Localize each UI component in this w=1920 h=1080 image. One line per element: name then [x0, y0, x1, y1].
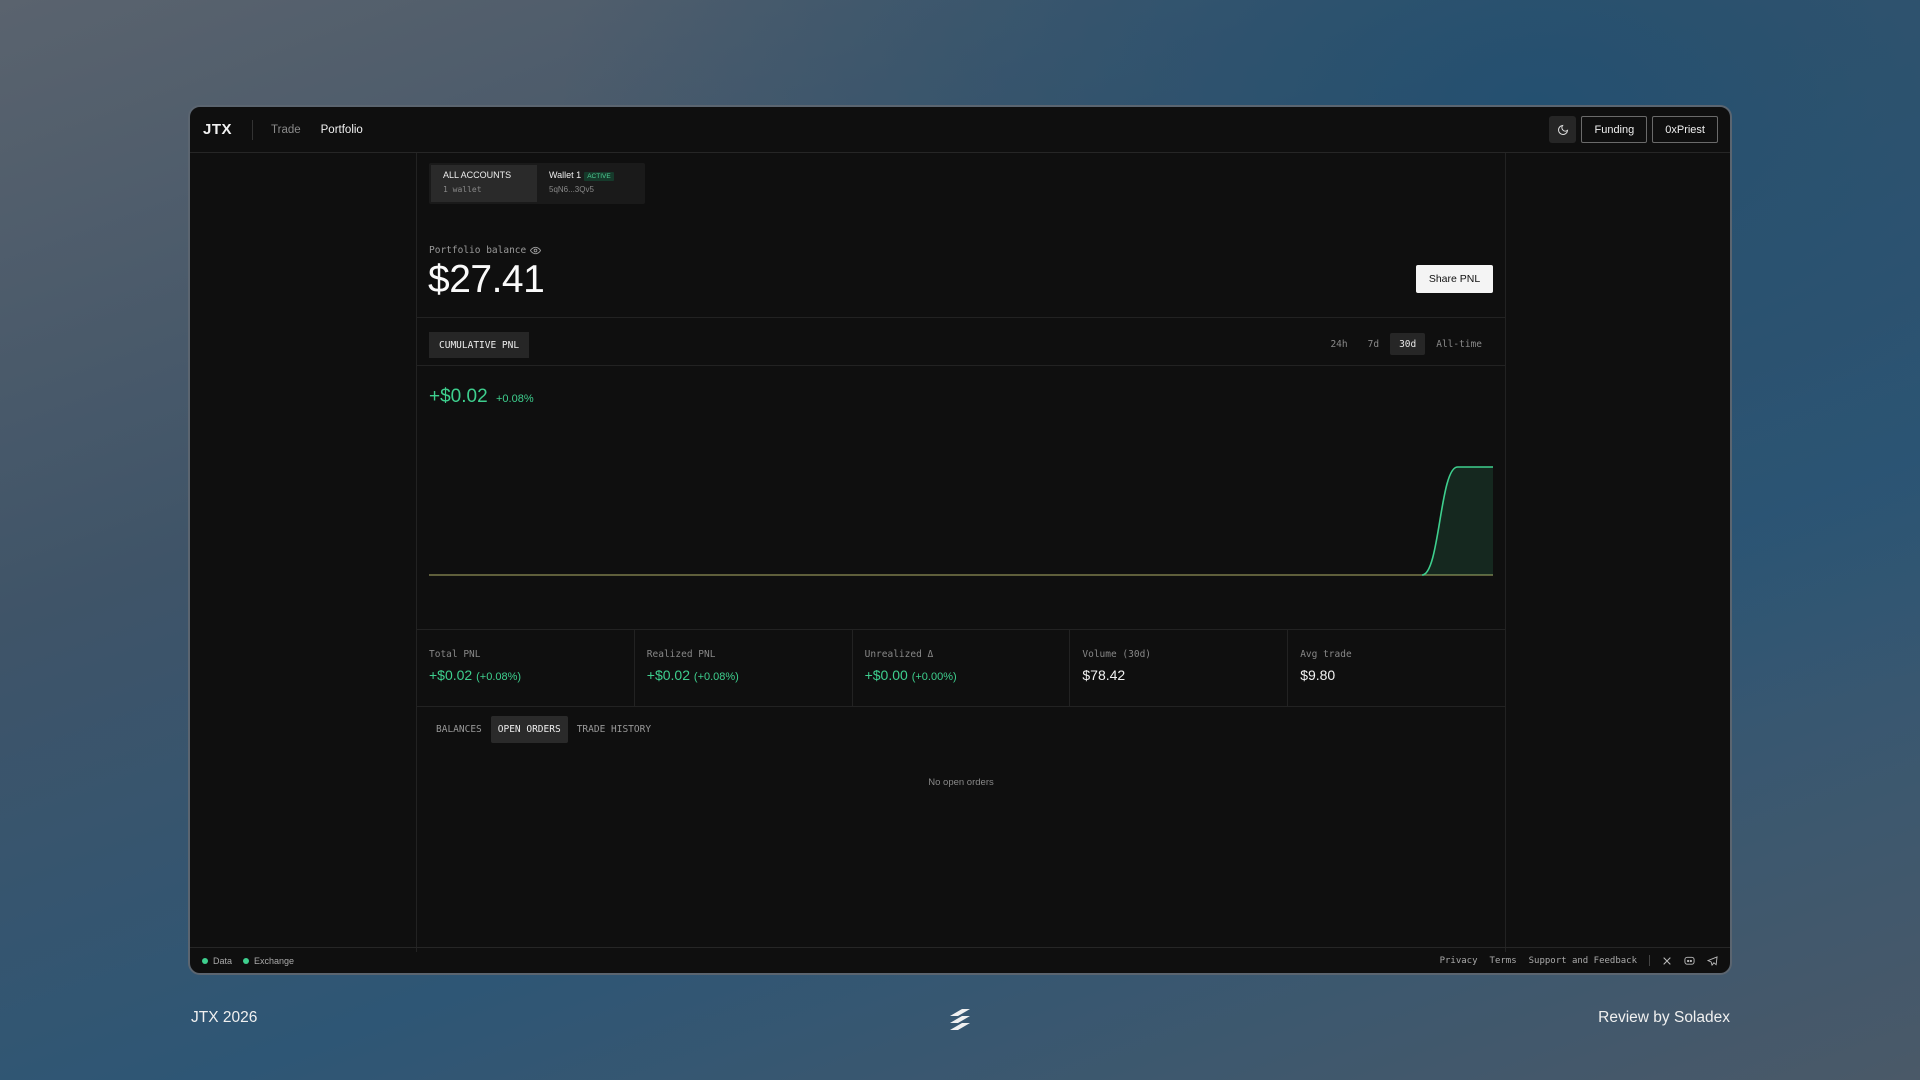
divider	[417, 706, 1505, 707]
discord-icon[interactable]	[1684, 956, 1695, 966]
stat-percent: (+0.00%)	[911, 671, 957, 683]
app-logo[interactable]: JTX	[203, 121, 232, 138]
page-footer-copyright: JTX 2026	[191, 1009, 258, 1026]
telegram-icon[interactable]	[1707, 955, 1718, 966]
nav-trade[interactable]: Trade	[271, 124, 301, 136]
stat-label: Volume (30d)	[1082, 649, 1152, 660]
wallet-address: 5qN6...3Qv5	[549, 185, 594, 194]
footer-divider	[1649, 955, 1650, 966]
stat-value: +$0.00 (+0.00%)	[865, 667, 1058, 683]
footer-link-terms[interactable]: Terms	[1490, 956, 1517, 966]
account-title: ALL ACCOUNTS	[443, 170, 512, 180]
footer-link-support[interactable]: Support and Feedback	[1529, 956, 1637, 966]
stat-percent: (+0.08%)	[476, 671, 522, 683]
stat-realized-pnl: Realized PNL +$0.02 (+0.08%)	[635, 629, 853, 706]
active-badge: ACTIVE	[584, 172, 614, 181]
stat-label: Unrealized Δ	[864, 649, 934, 660]
divider	[417, 365, 1505, 366]
stat-volume: Volume (30d) $78.42	[1070, 629, 1289, 706]
theme-toggle-button[interactable]	[1549, 116, 1577, 143]
x-icon[interactable]	[1662, 956, 1672, 966]
range-all-time[interactable]: All-time	[1427, 333, 1491, 355]
portfolio-balance-value: $27.41	[428, 258, 545, 301]
cumulative-pnl-tab[interactable]: CUMULATIVE PNL	[429, 332, 530, 358]
status-data: Data	[202, 956, 232, 966]
range-30d[interactable]: 30d	[1390, 333, 1426, 355]
stat-amount: +$0.00	[864, 667, 908, 683]
nav-divider	[252, 119, 254, 140]
status-footer: Data Exchange Privacy Terms Support and …	[190, 947, 1730, 973]
stats-row: Total PNL +$0.02 (+0.08%) Realized PNL +…	[417, 629, 1505, 706]
portfolio-balance-label: Portfolio balance	[429, 245, 542, 256]
divider	[417, 317, 1505, 318]
stat-unrealized: Unrealized Δ +$0.00 (+0.00%)	[853, 629, 1071, 706]
share-pnl-button[interactable]: Share PNL	[1416, 265, 1493, 293]
top-bar: JTX Trade Portfolio Funding 0xPriest	[190, 107, 1730, 153]
account-sub: 1 wallet	[443, 185, 482, 194]
status-exchange: Exchange	[243, 956, 294, 966]
account-tab-wallet[interactable]: Wallet 1 ACTIVE 5qN6...3Qv5	[537, 165, 643, 202]
tab-balances[interactable]: BALANCES	[429, 716, 489, 743]
page-footer-credit: Review by Soladex	[1598, 1009, 1730, 1026]
nav-portfolio[interactable]: Portfolio	[321, 124, 363, 136]
range-24h[interactable]: 24h	[1321, 333, 1356, 355]
pnl-value: +$0.02	[429, 386, 488, 407]
empty-orders-text: No open orders	[928, 777, 994, 788]
account-title: Wallet 1 ACTIVE	[549, 170, 643, 181]
stat-label: Realized PNL	[646, 649, 716, 660]
portfolio-panel: ALL ACCOUNTS 1 wallet Wallet 1 ACTIVE 5qN…	[416, 153, 1506, 952]
stat-avg-trade: Avg trade $9.80	[1288, 629, 1505, 706]
tab-open-orders[interactable]: OPEN ORDERS	[490, 716, 568, 743]
stat-amount: +$0.02	[429, 667, 473, 683]
moon-icon	[1558, 124, 1569, 135]
account-selector: ALL ACCOUNTS 1 wallet Wallet 1 ACTIVE 5qN…	[429, 163, 645, 204]
stat-label: Total PNL	[429, 649, 481, 660]
balance-label-text: Portfolio balance	[429, 245, 527, 256]
eye-icon[interactable]	[530, 245, 542, 256]
wallet-name: Wallet 1	[549, 170, 582, 180]
account-button[interactable]: 0xPriest	[1652, 116, 1718, 143]
stat-amount: +$0.02	[646, 667, 691, 683]
tab-trade-history[interactable]: TRADE HISTORY	[570, 716, 658, 743]
app-window: JTX Trade Portfolio Funding 0xPriest ALL…	[188, 105, 1732, 975]
pnl-chart[interactable]	[429, 443, 1493, 593]
stat-value: $9.80	[1300, 667, 1336, 683]
range-7d[interactable]: 7d	[1359, 333, 1388, 355]
stat-value: $78.42	[1082, 667, 1126, 683]
stat-value: +$0.02 (+0.08%)	[647, 667, 840, 683]
pnl-percent: +0.08%	[496, 393, 534, 405]
stat-label: Avg trade	[1300, 649, 1352, 660]
chart-area	[429, 467, 1493, 575]
orders-tabs: BALANCES OPEN ORDERS TRADE HISTORY	[429, 716, 658, 743]
status-dot-icon	[243, 957, 250, 964]
footer-link-privacy[interactable]: Privacy	[1440, 956, 1478, 966]
range-selector: 24h 7d 30d All-time	[1321, 333, 1491, 355]
stat-percent: (+0.08%)	[693, 671, 739, 683]
status-label: Exchange	[254, 955, 295, 966]
status-label: Data	[213, 955, 233, 966]
stat-total-pnl: Total PNL +$0.02 (+0.08%)	[417, 629, 635, 706]
soladex-logo-icon	[946, 1008, 974, 1039]
funding-button[interactable]: Funding	[1581, 116, 1648, 143]
status-dot-icon	[202, 957, 208, 964]
account-tab-all[interactable]: ALL ACCOUNTS 1 wallet	[431, 165, 537, 202]
stat-value: +$0.02 (+0.08%)	[429, 667, 622, 683]
